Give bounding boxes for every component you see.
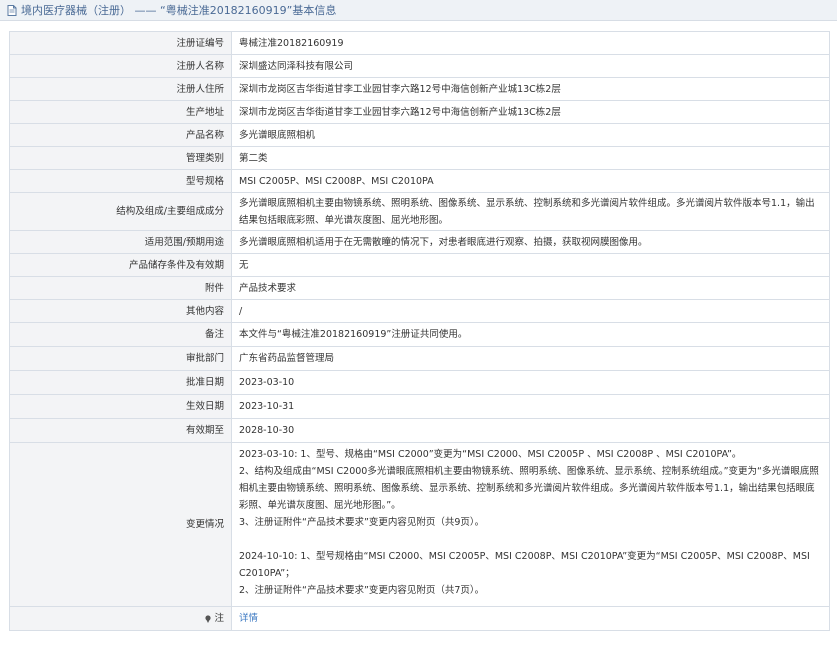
table-row: 审批部门 广东省药品监督管理局 xyxy=(9,346,830,371)
field-label: 备注 xyxy=(9,322,232,347)
table-row: 批准日期 2023-03-10 xyxy=(9,370,830,395)
note-label-cell: 注 xyxy=(9,606,232,631)
table-row: 产品名称 多光谱眼底照相机 xyxy=(9,123,830,147)
table-row: 有效期至 2028-10-30 xyxy=(9,418,830,443)
table-row: 管理类别 第二类 xyxy=(9,146,830,170)
change-entry: 2、注册证附件“产品技术要求”变更内容见附页（共7页）。 xyxy=(239,585,485,596)
details-link[interactable]: 详情 xyxy=(239,613,258,624)
field-value: 深圳市龙岗区吉华街道甘李工业园甘李六路12号中海信创新产业城13C栋2层 xyxy=(231,100,830,124)
change-entry: 2024-10-10: 1、型号规格由“MSI C2000、MSI C2005P… xyxy=(239,551,810,579)
info-table-container: 注册证编号 粤械注准20182160919 注册人名称 深圳盛达同泽科技有限公司 注册人… xyxy=(9,31,830,631)
field-label: 变更情况 xyxy=(9,442,232,607)
field-value: MSI C2005P、MSI C2008P、MSI C2010PA xyxy=(231,169,830,193)
field-label: 附件 xyxy=(9,276,232,300)
table-row: 适用范围/预期用途 多光谱眼底照相机适用于在无需散瞳的情况下，对患者眼底进行观察、… xyxy=(9,230,830,254)
field-label: 结构及组成/主要组成成分 xyxy=(9,192,232,231)
page-title: 境内医疗器械（注册） —— “粤械注准20182160919”基本信息 xyxy=(21,4,337,17)
field-value: 2023-10-31 xyxy=(231,394,830,419)
field-value: 第二类 xyxy=(231,146,830,170)
field-value: 本文件与“粤械注准20182160919”注册证共同使用。 xyxy=(231,322,830,347)
field-value: 2028-10-30 xyxy=(231,418,830,443)
field-label: 产品储存条件及有效期 xyxy=(9,253,232,277)
table-row: 产品储存条件及有效期无 xyxy=(9,253,830,277)
page-header: 境内医疗器械（注册） —— “粤械注准20182160919”基本信息 xyxy=(0,0,837,21)
table-row: 备注 本文件与“粤械注准20182160919”注册证共同使用。 xyxy=(9,322,830,347)
field-label: 有效期至 xyxy=(9,418,232,443)
field-label: 适用范围/预期用途 xyxy=(9,230,232,254)
field-value: 产品技术要求 xyxy=(231,276,830,300)
field-label: 批准日期 xyxy=(9,370,232,395)
field-value: 多光谱眼底照相机 xyxy=(231,123,830,147)
field-label: 管理类别 xyxy=(9,146,232,170)
field-value: 粤械注准20182160919 xyxy=(231,31,830,55)
field-value: 广东省药品监督管理局 xyxy=(231,346,830,371)
field-value: 多光谱眼底照相机主要由物镜系统、照明系统、图像系统、显示系统、控制系统和多光谱阅… xyxy=(231,192,830,231)
table-row: 生产地址 深圳市龙岗区吉华街道甘李工业园甘李六路12号中海信创新产业城13C栋2层 xyxy=(9,100,830,124)
field-value: / xyxy=(231,299,830,323)
field-label: 型号规格 xyxy=(9,169,232,193)
info-table: 注册证编号 粤械注准20182160919 注册人名称 深圳盛达同泽科技有限公司 注册人… xyxy=(9,31,830,631)
field-value: 多光谱眼底照相机适用于在无需散瞳的情况下，对患者眼底进行观察、拍摄，获取视网膜图… xyxy=(231,230,830,254)
table-row: 结构及组成/主要组成成分 多光谱眼底照相机主要由物镜系统、照明系统、图像系统、显示… xyxy=(9,192,830,231)
table-row: 注册人住所 深圳市龙岗区吉华街道甘李工业园甘李六路12号中海信创新产业城13C栋2… xyxy=(9,77,830,101)
change-entry: 2、结构及组成由“MSI C2000多光谱眼底照相机主要由物镜系统、照明系统、图… xyxy=(239,466,819,511)
table-row: 附件 产品技术要求 xyxy=(9,276,830,300)
field-value: 深圳市龙岗区吉华街道甘李工业园甘李六路12号中海信创新产业城13C栋2层 xyxy=(231,77,830,101)
field-label: 注册人名称 xyxy=(9,54,232,78)
note-label: 注 xyxy=(214,613,224,624)
field-label: 其他内容 xyxy=(9,299,232,323)
field-label: 生产地址 xyxy=(9,100,232,124)
change-entry: 3、注册证附件“产品技术要求”变更内容见附页（共9页）。 xyxy=(239,517,485,528)
field-label: 注册人住所 xyxy=(9,77,232,101)
note-value-cell: 详情 xyxy=(231,606,830,631)
table-row: 注册证编号 粤械注准20182160919 xyxy=(9,31,830,55)
change-entry: 2023-03-10: 1、型号、规格由“MSI C2000”变更为“MSI C… xyxy=(239,449,742,460)
note-row: 注 详情 xyxy=(9,606,830,631)
document-icon xyxy=(6,4,18,16)
table-row: 生效日期 2023-10-31 xyxy=(9,394,830,419)
change-history-row: 变更情况 2023-03-10: 1、型号、规格由“MSI C2000”变更为“M… xyxy=(9,442,830,607)
change-history-value: 2023-03-10: 1、型号、规格由“MSI C2000”变更为“MSI C… xyxy=(231,442,830,607)
table-row: 注册人名称 深圳盛达同泽科技有限公司 xyxy=(9,54,830,78)
table-row: 型号规格 MSI C2005P、MSI C2008P、MSI C2010PA xyxy=(9,169,830,193)
field-value: 2023-03-10 xyxy=(231,370,830,395)
field-value: 深圳盛达同泽科技有限公司 xyxy=(231,54,830,78)
field-label: 审批部门 xyxy=(9,346,232,371)
field-label: 产品名称 xyxy=(9,123,232,147)
table-row: 其他内容 / xyxy=(9,299,830,323)
field-label: 生效日期 xyxy=(9,394,232,419)
field-value: 无 xyxy=(231,253,830,277)
field-label: 注册证编号 xyxy=(9,31,232,55)
location-pin-icon xyxy=(205,614,212,623)
